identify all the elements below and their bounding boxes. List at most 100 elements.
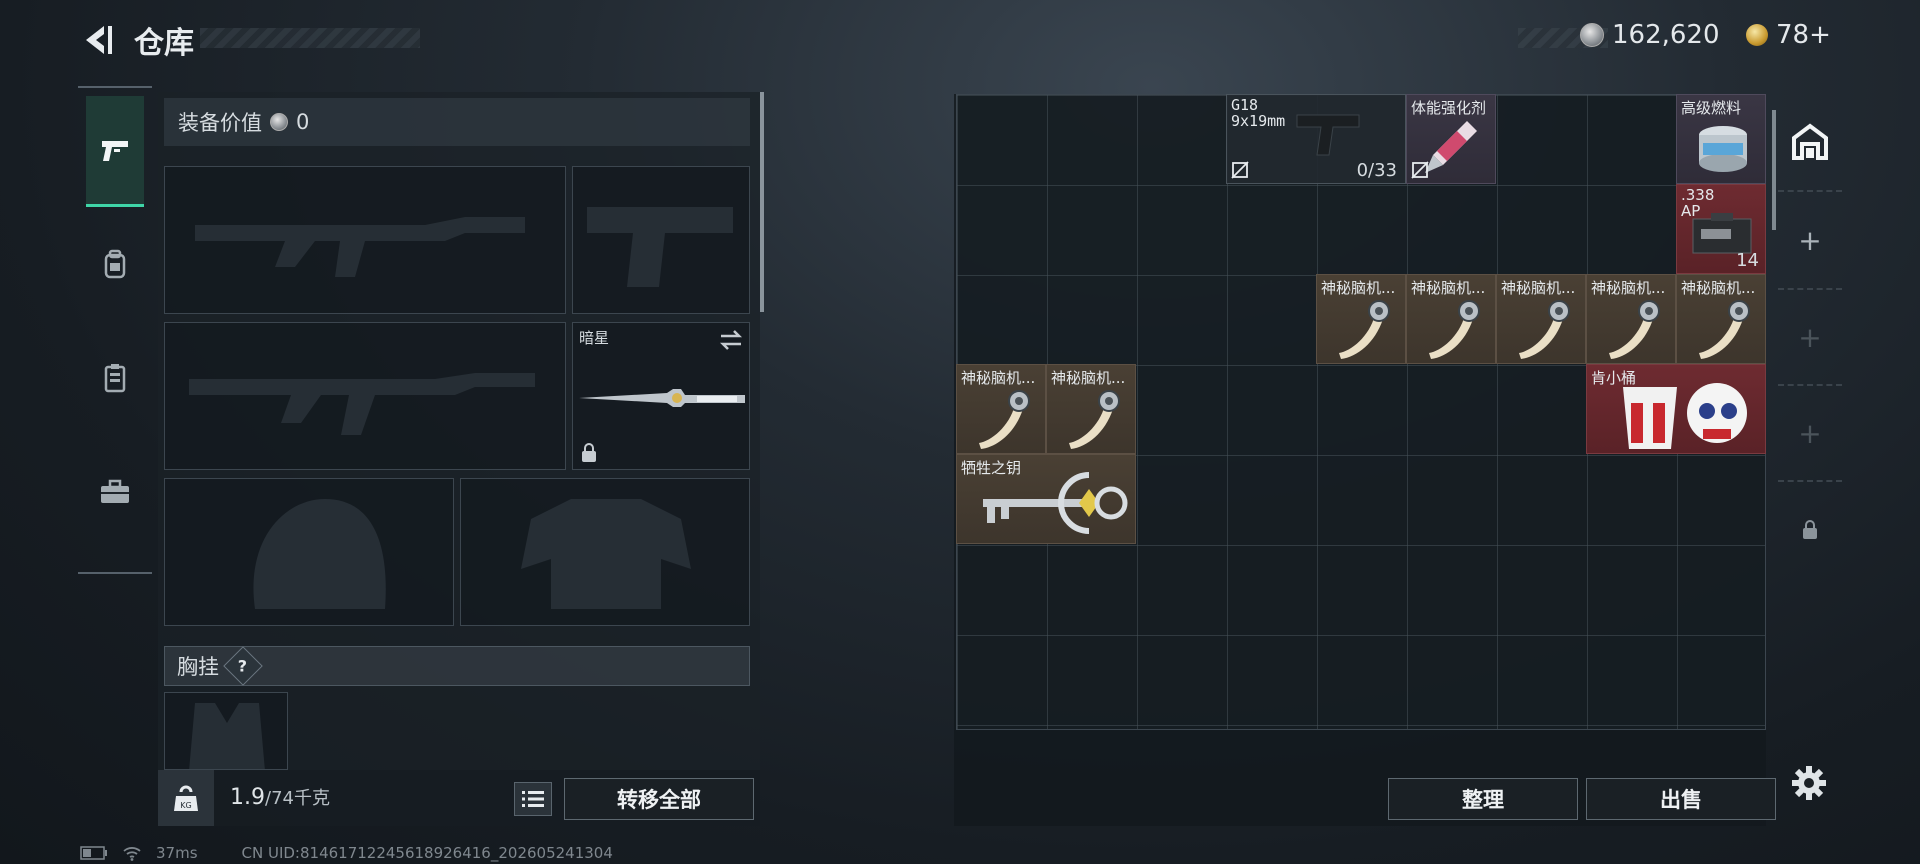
helmet-silhouette-icon (253, 499, 386, 609)
weight-current: 1.9 (230, 785, 265, 810)
item-mystery-brain-chip[interactable]: 神秘脑机... (1676, 274, 1766, 364)
backpack-icon (104, 249, 126, 279)
equip-value-label: 装备价值 (178, 111, 262, 135)
plus-icon: + (1798, 320, 1822, 354)
back-arrow-icon (86, 26, 112, 54)
title-decoration (200, 28, 420, 48)
item-mystery-brain-chip[interactable]: 神秘脑机... (1586, 274, 1676, 364)
g18-pistol-icon (1296, 114, 1360, 156)
brain-name: 神秘脑机... (1681, 279, 1756, 297)
item-g18[interactable]: G18 9x19mm 0/33 (1226, 94, 1406, 184)
item-kfc-bucket[interactable]: 肯小桶 (1586, 364, 1766, 454)
list-icon (522, 791, 544, 807)
brain-chip-icon (1699, 300, 1750, 359)
armor-silhouette-icon (521, 499, 691, 609)
ammo-box-icon (1692, 213, 1752, 254)
tab-backpack[interactable] (86, 210, 144, 318)
g18-caliber: 9x19mm (1231, 112, 1286, 130)
rifle-silhouette-icon (195, 217, 525, 277)
add-storage-button[interactable]: + (1778, 192, 1842, 290)
brain-name: 神秘脑机... (1591, 279, 1666, 297)
rifle-silhouette-icon (189, 373, 535, 435)
list-view-button[interactable] (514, 782, 552, 816)
primary-weapon-slot-2[interactable] (164, 322, 566, 470)
item-mystery-brain-chip[interactable]: 神秘脑机... (1496, 274, 1586, 364)
gear-icon (1792, 766, 1826, 800)
tab-case[interactable] (86, 438, 144, 546)
brain-chip-icon (1519, 300, 1570, 359)
chest-rig-silhouette-icon (189, 703, 265, 769)
gold-coin-icon (1746, 24, 1768, 46)
chest-rig-label: 胸挂 (177, 655, 219, 679)
chest-rig-slot[interactable] (164, 692, 288, 770)
kfc-bucket-icon (1623, 383, 1747, 449)
melee-slot[interactable]: 暗星 (572, 322, 750, 470)
item-mystery-brain-chip[interactable]: 神秘脑机... (1316, 274, 1406, 364)
page-title: 仓库 (134, 26, 194, 61)
plus-icon: + (1798, 223, 1822, 257)
brain-chip-icon (1339, 300, 1390, 359)
silver-coin-icon (270, 113, 288, 131)
primary-weapon-slot-1[interactable] (164, 166, 566, 314)
equip-value: 0 (296, 110, 310, 134)
pistol-icon (102, 141, 128, 161)
add-storage-button[interactable]: + (1778, 386, 1842, 482)
item-mystery-brain-chip[interactable]: 神秘脑机... (1046, 364, 1136, 454)
help-icon: ? (238, 656, 248, 676)
sell-button[interactable]: 出售 (1586, 778, 1776, 820)
tab-warehouse[interactable] (1778, 94, 1842, 192)
back-button[interactable] (78, 22, 114, 58)
item-sacrifice-key[interactable]: 牺牲之钥 (956, 454, 1136, 544)
item-mystery-brain-chip[interactable]: 神秘脑机... (1406, 274, 1496, 364)
locked-storage-tab[interactable] (1778, 482, 1842, 578)
swap-icon[interactable] (719, 329, 743, 351)
warehouse-icon (1792, 123, 1828, 160)
silver-coin-icon (1580, 23, 1604, 47)
kettlebell-icon: KG (174, 785, 198, 811)
vest-icon (104, 364, 126, 393)
pistol-silhouette-icon (587, 207, 733, 287)
item-stamina-booster[interactable]: 体能强化剂 (1406, 94, 1496, 184)
loadout-scrollbar[interactable] (760, 92, 764, 312)
help-button[interactable]: ? (223, 646, 263, 686)
helmet-slot[interactable] (164, 478, 454, 626)
brain-name: 神秘脑机... (1411, 279, 1486, 297)
weight-icon-box: KG (158, 770, 214, 826)
syringe-icon (1425, 121, 1477, 173)
item-mystery-brain-chip[interactable]: 神秘脑机... (956, 364, 1046, 454)
fuel-name: 高级燃料 (1681, 99, 1742, 117)
chest-rig-header: 胸挂 ? (164, 646, 750, 686)
inventory-scrollbar[interactable] (1772, 110, 1776, 230)
weight-max: /74千克 (265, 788, 330, 809)
loadout-tab-column (78, 86, 152, 574)
ping: 37ms (156, 844, 198, 862)
tab-weapons[interactable] (86, 96, 144, 207)
brain-chip-icon (1429, 300, 1480, 359)
brain-name: 神秘脑机... (1051, 369, 1126, 387)
wifi-icon (123, 847, 141, 861)
battery-icon (80, 846, 107, 860)
melee-name: 暗星 (579, 329, 610, 347)
dagger-icon (579, 389, 745, 407)
brain-name: 神秘脑机... (1321, 279, 1396, 297)
item-338-ap-ammo[interactable]: .338 AP 14 (1676, 184, 1766, 274)
brain-name: 神秘脑机... (1501, 279, 1576, 297)
silver-amount: 162,620 (1612, 20, 1720, 50)
gold-currency[interactable]: 78+ (1746, 20, 1831, 50)
fuel-can-icon (1699, 126, 1747, 172)
transfer-all-button[interactable]: 转移全部 (564, 778, 754, 820)
equipment-value-bar: 装备价值 0 (164, 98, 750, 146)
settings-button[interactable] (1790, 764, 1828, 802)
item-premium-fuel[interactable]: 高级燃料 (1676, 94, 1766, 184)
tab-armor[interactable] (86, 324, 144, 432)
status-bar: 37ms CN UID:814617122456189264​16_202605… (80, 844, 613, 862)
brain-name: 神秘脑机... (961, 369, 1036, 387)
pistol-slot[interactable] (572, 166, 750, 314)
add-storage-button[interactable]: + (1778, 290, 1842, 386)
no-insurance-icon (1411, 161, 1429, 179)
lock-icon (1803, 520, 1817, 539)
no-insurance-icon (1231, 161, 1249, 179)
armor-slot[interactable] (460, 478, 750, 626)
ornate-key-icon (983, 472, 1128, 534)
sort-button[interactable]: 整理 (1388, 778, 1578, 820)
